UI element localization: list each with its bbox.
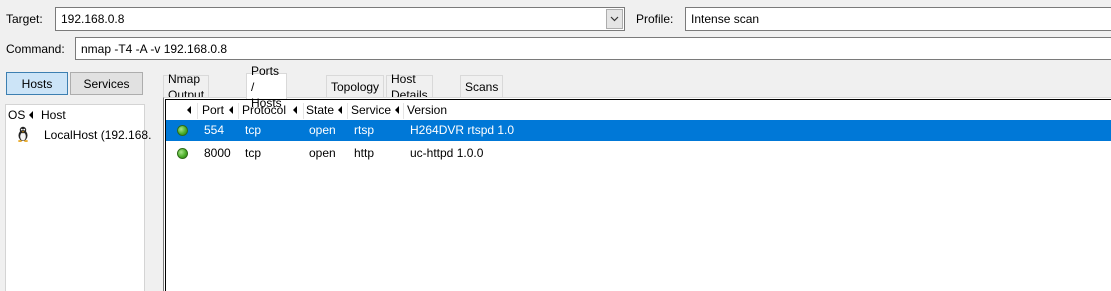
- state-column-header[interactable]: State: [306, 103, 334, 117]
- column-divider[interactable]: [303, 103, 304, 119]
- status-open-icon: [177, 148, 188, 159]
- host-list-header: OS Host: [6, 106, 146, 124]
- ports-table-header: Port Protocol State Service Version: [166, 101, 1111, 119]
- state-cell: open: [309, 146, 336, 160]
- ports-table: Port Protocol State Service Version 554 …: [165, 99, 1111, 291]
- hosts-toggle-button[interactable]: Hosts: [6, 72, 68, 95]
- port-cell: 554: [204, 123, 225, 137]
- sort-arrow-icon[interactable]: [338, 106, 342, 114]
- status-open-icon: [177, 125, 188, 136]
- column-divider[interactable]: [238, 103, 239, 119]
- command-label: Command:: [6, 42, 65, 56]
- protocol-cell: tcp: [245, 146, 262, 160]
- target-label: Target:: [6, 12, 43, 26]
- profile-label: Profile:: [636, 12, 674, 26]
- table-row[interactable]: 8000 tcp open http uc-httpd 1.0.0: [166, 143, 1111, 164]
- host-list-item[interactable]: LocalHost (192.168.: [6, 125, 151, 145]
- tab-host-details[interactable]: Host Details: [386, 72, 433, 102]
- profile-combobox[interactable]: Intense scan: [685, 7, 1111, 31]
- os-column-header[interactable]: OS: [8, 108, 25, 122]
- command-input[interactable]: nmap -T4 -A -v 192.168.0.8: [75, 37, 1111, 60]
- port-cell: 8000: [204, 146, 231, 160]
- services-toggle-button[interactable]: Services: [70, 72, 143, 95]
- sort-arrow-icon[interactable]: [187, 106, 191, 114]
- command-value[interactable]: nmap -T4 -A -v 192.168.0.8: [81, 41, 227, 57]
- version-column-header[interactable]: Version: [407, 103, 447, 117]
- column-divider[interactable]: [403, 103, 404, 119]
- service-column-header[interactable]: Service: [351, 103, 391, 117]
- host-list-panel: OS Host LocalHost (192.168.: [5, 104, 151, 291]
- host-column-header[interactable]: Host: [41, 108, 66, 122]
- column-divider[interactable]: [197, 103, 198, 119]
- service-cell: rtsp: [354, 123, 375, 137]
- port-column-header[interactable]: Port: [202, 103, 224, 117]
- host-name[interactable]: LocalHost (192.168.: [44, 127, 151, 143]
- tab-ports-hosts[interactable]: Ports / Hosts: [246, 64, 287, 110]
- sort-arrow-icon[interactable]: [293, 106, 297, 114]
- state-cell: open: [309, 123, 336, 137]
- tab-scans[interactable]: Scans: [460, 75, 504, 98]
- version-cell: uc-httpd 1.0.0: [410, 146, 484, 160]
- target-combobox[interactable]: 192.168.0.8: [55, 7, 625, 31]
- protocol-cell: tcp: [245, 123, 262, 137]
- sort-arrow-icon[interactable]: [395, 106, 399, 114]
- version-cell: H264DVR rtspd 1.0: [410, 123, 515, 137]
- column-divider[interactable]: [347, 103, 348, 119]
- sort-arrow-icon[interactable]: [229, 106, 233, 114]
- service-cell: http: [354, 146, 375, 160]
- linux-tux-icon: [16, 126, 30, 145]
- table-row[interactable]: 554 tcp open rtsp H264DVR rtspd 1.0: [166, 120, 1111, 141]
- target-value[interactable]: 192.168.0.8: [61, 11, 124, 27]
- ports-hosts-panel: Port Protocol State Service Version 554 …: [163, 97, 1111, 291]
- tab-nmap-output[interactable]: Nmap Output: [163, 72, 210, 102]
- profile-value[interactable]: Intense scan: [691, 11, 759, 27]
- sort-arrow-icon[interactable]: [29, 111, 33, 119]
- tab-topology[interactable]: Topology: [326, 75, 385, 98]
- chevron-down-icon[interactable]: [606, 9, 623, 29]
